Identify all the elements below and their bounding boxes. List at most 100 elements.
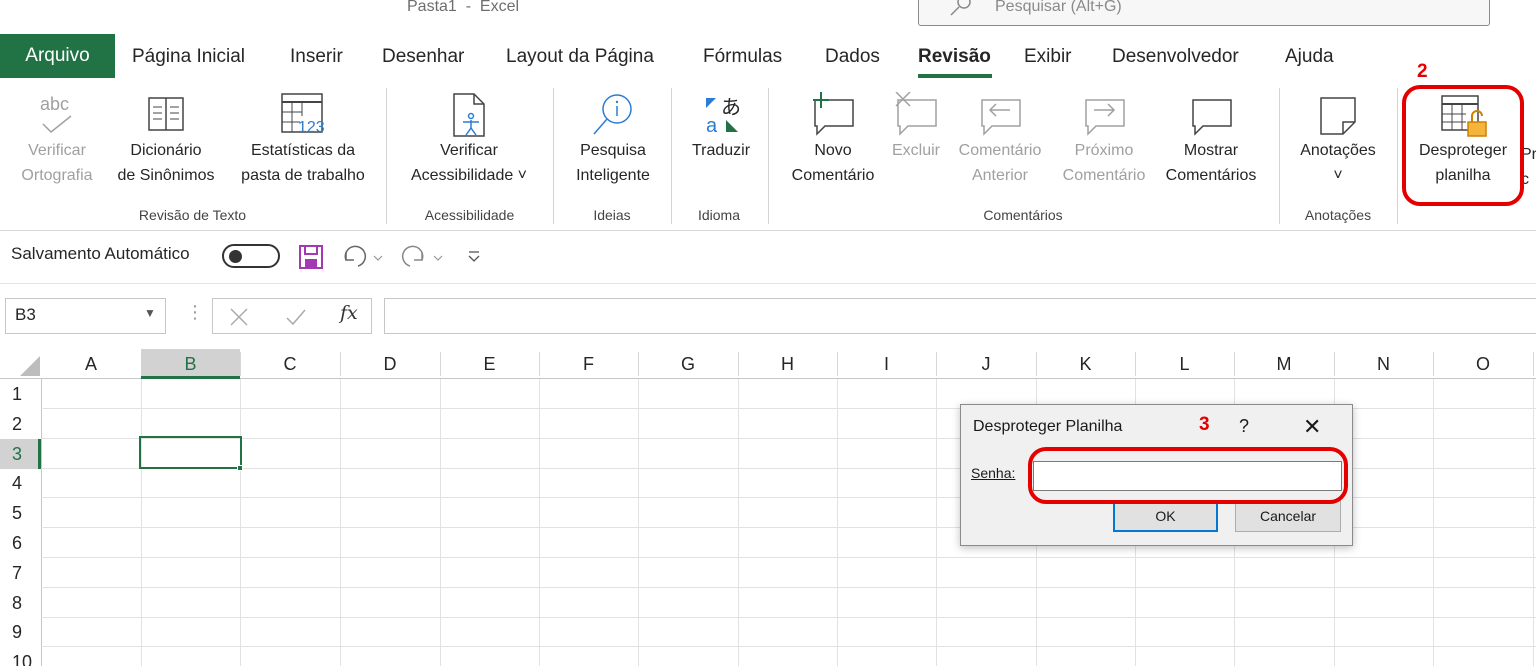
novo-comentario-button[interactable]: Novo Comentário [782, 92, 884, 188]
row-header-5[interactable]: 5 [0, 498, 41, 528]
tab-desenvolvedor[interactable]: Desenvolvedor [1112, 46, 1239, 68]
row-header-9[interactable]: 9 [0, 617, 41, 647]
row-gridline [41, 646, 1536, 648]
undo-icon[interactable] [340, 244, 386, 270]
annotation-box-2 [1402, 85, 1524, 206]
tab-revisao[interactable]: Revisão [918, 46, 991, 68]
column-header-i[interactable]: I [837, 349, 936, 379]
excluir-comentario-button[interactable]: Excluir [888, 92, 944, 163]
proximo-comentario-button[interactable]: Próximo Comentário [1054, 92, 1154, 188]
row-header-10[interactable]: 10 [0, 647, 41, 666]
tab-layout-da-pagina[interactable]: Layout da Página [506, 46, 654, 68]
annotation-number-3: 3 [1199, 414, 1210, 435]
select-all-corner[interactable] [20, 356, 40, 376]
group-label-ideias: Ideias [593, 207, 631, 223]
translate-icon: あ a [706, 95, 741, 137]
accessibility-icon [453, 93, 485, 137]
cancel-button[interactable]: Cancelar [1235, 500, 1341, 532]
next-comment-icon [1085, 99, 1125, 136]
name-box-value: B3 [15, 305, 36, 324]
ok-button[interactable]: OK [1113, 500, 1218, 532]
dicionario-sinonimos-button[interactable]: Dicionário de Sinônimos [104, 92, 228, 188]
column-header-d[interactable]: D [340, 349, 440, 379]
annotation-box-3 [1028, 447, 1348, 504]
svg-text:123: 123 [298, 119, 325, 136]
thesaurus-icon [148, 97, 184, 131]
fill-handle[interactable] [237, 465, 243, 471]
pesquisa-inteligente-button[interactable]: Pesquisa Inteligente [560, 92, 666, 188]
row-header-3[interactable]: 3 [0, 438, 41, 469]
row-header-7[interactable]: 7 [0, 558, 41, 588]
verificar-acessibilidade-button[interactable]: Verificar Acessibilidade ˅ [396, 92, 542, 188]
chevron-down-icon: ˅ [1333, 167, 1343, 184]
ribbon-divider [0, 230, 1536, 231]
help-icon[interactable]: ? [1239, 416, 1249, 437]
window-title: Pasta1 - Excel [407, 0, 520, 15]
column-separator[interactable] [1533, 352, 1534, 376]
estatisticas-pasta-button[interactable]: 123 Estatísticas da pasta de trabalho [232, 92, 374, 188]
smart-lookup-icon [593, 94, 632, 135]
column-gridline [1533, 379, 1534, 666]
column-header-a[interactable]: A [41, 349, 141, 379]
row-header-1[interactable]: 1 [0, 379, 41, 409]
column-header-l[interactable]: L [1135, 349, 1234, 379]
ribbon-separator [671, 88, 672, 224]
search-placeholder: Pesquisar (Alt+G) [995, 0, 1122, 15]
annotation-number-2: 2 [1417, 61, 1428, 82]
column-header-f[interactable]: F [539, 349, 638, 379]
column-header-e[interactable]: E [440, 349, 539, 379]
traduzir-button[interactable]: あ a Traduzir [680, 92, 762, 163]
mostrar-comentarios-button[interactable]: Mostrar Comentários [1158, 92, 1264, 188]
insert-function-button[interactable]: fx [340, 302, 358, 324]
formula-input[interactable] [384, 298, 1536, 334]
row-header-8[interactable]: 8 [0, 588, 41, 618]
column-header-c[interactable]: C [240, 349, 340, 379]
column-header-h[interactable]: H [738, 349, 837, 379]
ribbon-separator [386, 88, 387, 224]
svg-text:a: a [706, 115, 718, 137]
cancel-entry-icon[interactable] [228, 306, 250, 328]
column-header-b[interactable]: B [141, 349, 240, 379]
row-header-6[interactable]: 6 [0, 528, 41, 558]
tab-arquivo[interactable]: Arquivo [0, 34, 115, 78]
ribbon-separator [768, 88, 769, 224]
svg-text:あ: あ [721, 95, 741, 119]
customize-toolbar-icon[interactable] [466, 248, 482, 264]
svg-text:abc: abc [40, 94, 69, 114]
close-icon[interactable]: ✕ [1303, 414, 1321, 440]
tab-formulas[interactable]: Fórmulas [703, 46, 782, 68]
comentario-anterior-button[interactable]: Comentário Anterior [950, 92, 1050, 188]
column-gridline [738, 379, 739, 666]
group-label-revisao-texto: Revisão de Texto [138, 207, 247, 223]
column-header-k[interactable]: K [1036, 349, 1135, 379]
group-label-comentarios: Comentários [983, 207, 1063, 223]
row-gridline [41, 616, 1536, 618]
column-header-m[interactable]: M [1234, 349, 1334, 379]
active-cell-b3[interactable] [139, 436, 242, 469]
redo-icon[interactable] [400, 244, 446, 270]
verificar-ortografia-button[interactable]: abc Verificar Ortografia [14, 92, 100, 188]
column-header-j[interactable]: J [936, 349, 1036, 379]
tab-desenhar[interactable]: Desenhar [382, 46, 464, 68]
dialog-title: Desproteger Planilha [973, 418, 1123, 435]
column-gridline [440, 379, 441, 666]
group-label-acessibilidade: Acessibilidade [424, 207, 515, 223]
column-gridline [837, 379, 838, 666]
column-header-g[interactable]: G [638, 349, 738, 379]
name-box-dropdown-icon[interactable]: ▼ [144, 306, 156, 320]
anotacoes-button[interactable]: Anotações ˅ [1288, 92, 1388, 188]
spellcheck-icon: abc [40, 94, 72, 134]
save-icon[interactable] [298, 244, 326, 272]
row-header-2[interactable]: 2 [0, 409, 41, 439]
tab-dados[interactable]: Dados [825, 46, 880, 68]
column-header-o[interactable]: O [1433, 349, 1533, 379]
ribbon-separator [1397, 88, 1398, 224]
tab-inserir[interactable]: Inserir [290, 46, 343, 68]
tab-pagina-inicial[interactable]: Página Inicial [132, 46, 245, 68]
formula-bar-grip-icon[interactable]: ⋮ [186, 302, 204, 323]
confirm-entry-icon[interactable] [284, 306, 308, 328]
tab-ajuda[interactable]: Ajuda [1285, 46, 1334, 68]
row-header-4[interactable]: 4 [0, 468, 41, 498]
tab-exibir[interactable]: Exibir [1024, 46, 1072, 68]
column-header-n[interactable]: N [1334, 349, 1433, 379]
